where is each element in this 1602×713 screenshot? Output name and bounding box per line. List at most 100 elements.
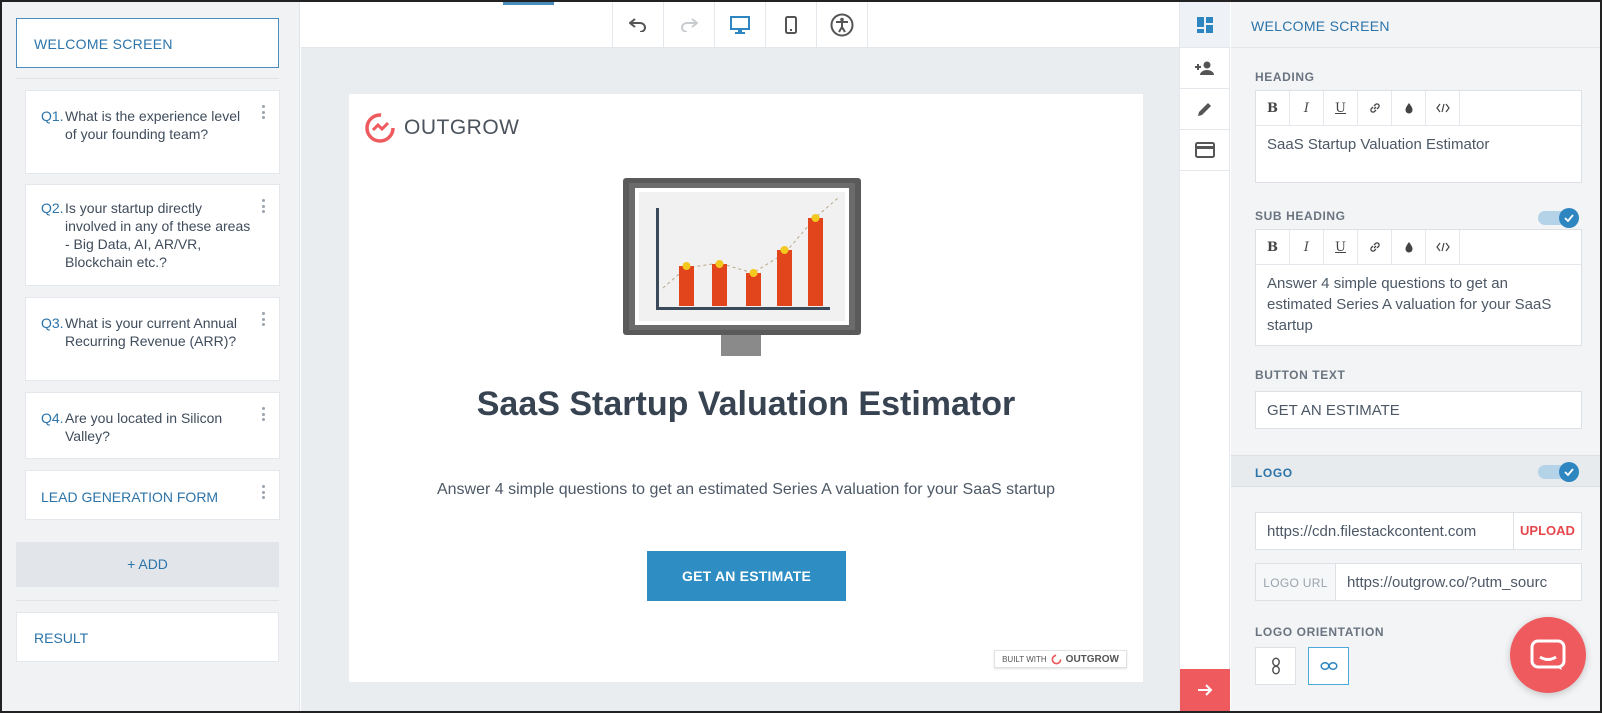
built-with-brand: OUTGROW <box>1065 653 1119 665</box>
outgrow-logo-icon <box>365 113 395 143</box>
code-button[interactable] <box>1426 230 1460 264</box>
preview-canvas: OUTGROW SaaS Startup Valuation Estimator… <box>301 48 1179 711</box>
desktop-icon <box>730 16 750 34</box>
color-button[interactable] <box>1392 230 1426 264</box>
logo-section-header: LOGO <box>1231 455 1600 487</box>
question-number: Q1. <box>41 108 64 124</box>
layout-icon <box>1197 16 1213 33</box>
welcome-screen-preview: OUTGROW SaaS Startup Valuation Estimator… <box>349 94 1143 682</box>
sidebar-item-q1[interactable]: Q1. What is the experience level of your… <box>25 90 280 174</box>
more-options-icon[interactable] <box>261 485 265 499</box>
question-number: Q3. <box>41 315 64 331</box>
question-text: Are you located in Silicon Valley? <box>65 410 223 444</box>
settings-rail <box>1179 2 1230 711</box>
subheading-label: SUB HEADING <box>1255 209 1346 223</box>
heading-label: HEADING <box>1255 70 1315 84</box>
check-icon <box>1559 208 1579 228</box>
orientation-vertical-button[interactable] <box>1255 647 1296 685</box>
more-options-icon[interactable] <box>261 312 265 326</box>
divider <box>16 600 279 601</box>
add-user-icon <box>1195 61 1214 75</box>
logo-text: OUTGROW <box>404 116 520 139</box>
desktop-view-button[interactable] <box>715 2 766 48</box>
card-icon <box>1195 142 1215 158</box>
accessibility-button[interactable] <box>817 2 868 48</box>
accessibility-icon <box>830 13 854 37</box>
rail-layout-button[interactable] <box>1180 2 1230 48</box>
editor-toolbar <box>301 2 1179 48</box>
check-icon <box>1559 462 1579 482</box>
chat-launcher-button[interactable] <box>1510 617 1586 693</box>
more-options-icon[interactable] <box>261 199 265 213</box>
color-button[interactable] <box>1392 91 1426 125</box>
logo-url-input[interactable]: LOGO URL https://outgrow.co/?utm_sourc <box>1255 563 1582 601</box>
sidebar-item-q3[interactable]: Q3. What is your current Annual Recurrin… <box>25 297 280 381</box>
next-step-button[interactable] <box>1180 669 1230 711</box>
undo-button[interactable] <box>613 2 664 48</box>
rail-add-user-button[interactable] <box>1180 48 1230 89</box>
arrow-right-icon <box>1198 684 1213 696</box>
subheading-toggle[interactable] <box>1538 208 1579 228</box>
mobile-view-button[interactable] <box>766 2 817 48</box>
sidebar-item-lead-form[interactable]: LEAD GENERATION FORM <box>25 470 280 520</box>
more-options-icon[interactable] <box>261 407 265 421</box>
sidebar-item-q4[interactable]: Q4. Are you located in Silicon Valley? <box>25 392 280 459</box>
upload-button[interactable]: UPLOAD <box>1513 513 1581 549</box>
question-number: Q4. <box>41 410 64 426</box>
logo-toggle[interactable] <box>1538 462 1579 482</box>
heading-text[interactable]: SaaS Startup Valuation Estimator <box>1256 126 1581 163</box>
subheading-editor[interactable]: B I U Answer 4 simple questions to get a… <box>1255 229 1582 346</box>
outgrow-logo: OUTGROW <box>364 112 519 144</box>
logo-url-label: LOGO URL <box>1256 564 1336 600</box>
question-number: Q2. <box>41 200 64 216</box>
undo-icon <box>629 18 646 32</box>
button-text-input[interactable]: GET AN ESTIMATE <box>1255 391 1582 429</box>
link-button[interactable] <box>1358 91 1392 125</box>
built-with-label: BUILT WITH <box>1002 654 1047 664</box>
sidebar-item-welcome-screen[interactable]: WELCOME SCREEN <box>16 18 279 68</box>
sidebar-item-result[interactable]: RESULT <box>16 612 279 662</box>
outgrow-small-icon <box>1051 654 1062 664</box>
logo-label: LOGO <box>1255 466 1293 480</box>
rail-card-button[interactable] <box>1180 130 1230 171</box>
mobile-icon <box>785 16 797 34</box>
italic-button[interactable]: I <box>1290 230 1324 264</box>
panel-title: WELCOME SCREEN <box>1231 2 1600 48</box>
code-icon <box>1435 242 1450 252</box>
preview-subtitle: Answer 4 simple questions to get an esti… <box>436 481 1056 498</box>
heading-format-toolbar: B I U <box>1256 91 1581 126</box>
heading-editor[interactable]: B I U SaaS Startup Valuation Estimator <box>1255 90 1582 183</box>
code-button[interactable] <box>1426 91 1460 125</box>
growth-chart-illustration <box>623 178 861 356</box>
toolbar-buttons <box>612 2 868 48</box>
chat-icon <box>1530 639 1566 670</box>
question-text: What is the experience level of your fou… <box>65 108 241 142</box>
redo-button[interactable] <box>664 2 715 48</box>
drop-icon <box>1405 242 1412 253</box>
redo-icon <box>681 18 698 32</box>
add-question-button[interactable]: + ADD <box>16 542 279 587</box>
drop-icon <box>1405 103 1412 114</box>
subheading-text[interactable]: Answer 4 simple questions to get an esti… <box>1256 265 1581 344</box>
underline-button[interactable]: U <box>1324 91 1358 125</box>
vertical-link-icon <box>1271 657 1280 675</box>
question-text: What is your current Annual Recurring Re… <box>65 315 237 349</box>
logo-orientation-label: LOGO ORIENTATION <box>1255 625 1385 639</box>
pencil-icon <box>1198 103 1211 116</box>
logo-image-input[interactable]: https://cdn.filestackcontent.com UPLOAD <box>1255 512 1582 550</box>
link-button[interactable] <box>1358 230 1392 264</box>
built-with-badge[interactable]: BUILT WITH OUTGROW <box>994 650 1127 668</box>
app-frame: WELCOME SCREEN Q1. What is the experienc… <box>0 0 1602 713</box>
rail-edit-button[interactable] <box>1180 89 1230 130</box>
orientation-horizontal-button[interactable] <box>1308 647 1349 685</box>
welcome-screen-settings: WELCOME SCREEN HEADING B I U SaaS Startu… <box>1231 2 1600 711</box>
question-text: Is your startup directly involved in any… <box>65 200 251 270</box>
underline-button[interactable]: U <box>1324 230 1358 264</box>
bold-button[interactable]: B <box>1256 230 1290 264</box>
more-options-icon[interactable] <box>261 105 265 119</box>
sidebar-item-q2[interactable]: Q2. Is your startup directly involved in… <box>25 184 280 286</box>
subheading-format-toolbar: B I U <box>1256 230 1581 265</box>
italic-button[interactable]: I <box>1290 91 1324 125</box>
get-estimate-button[interactable]: GET AN ESTIMATE <box>647 551 846 601</box>
bold-button[interactable]: B <box>1256 91 1290 125</box>
